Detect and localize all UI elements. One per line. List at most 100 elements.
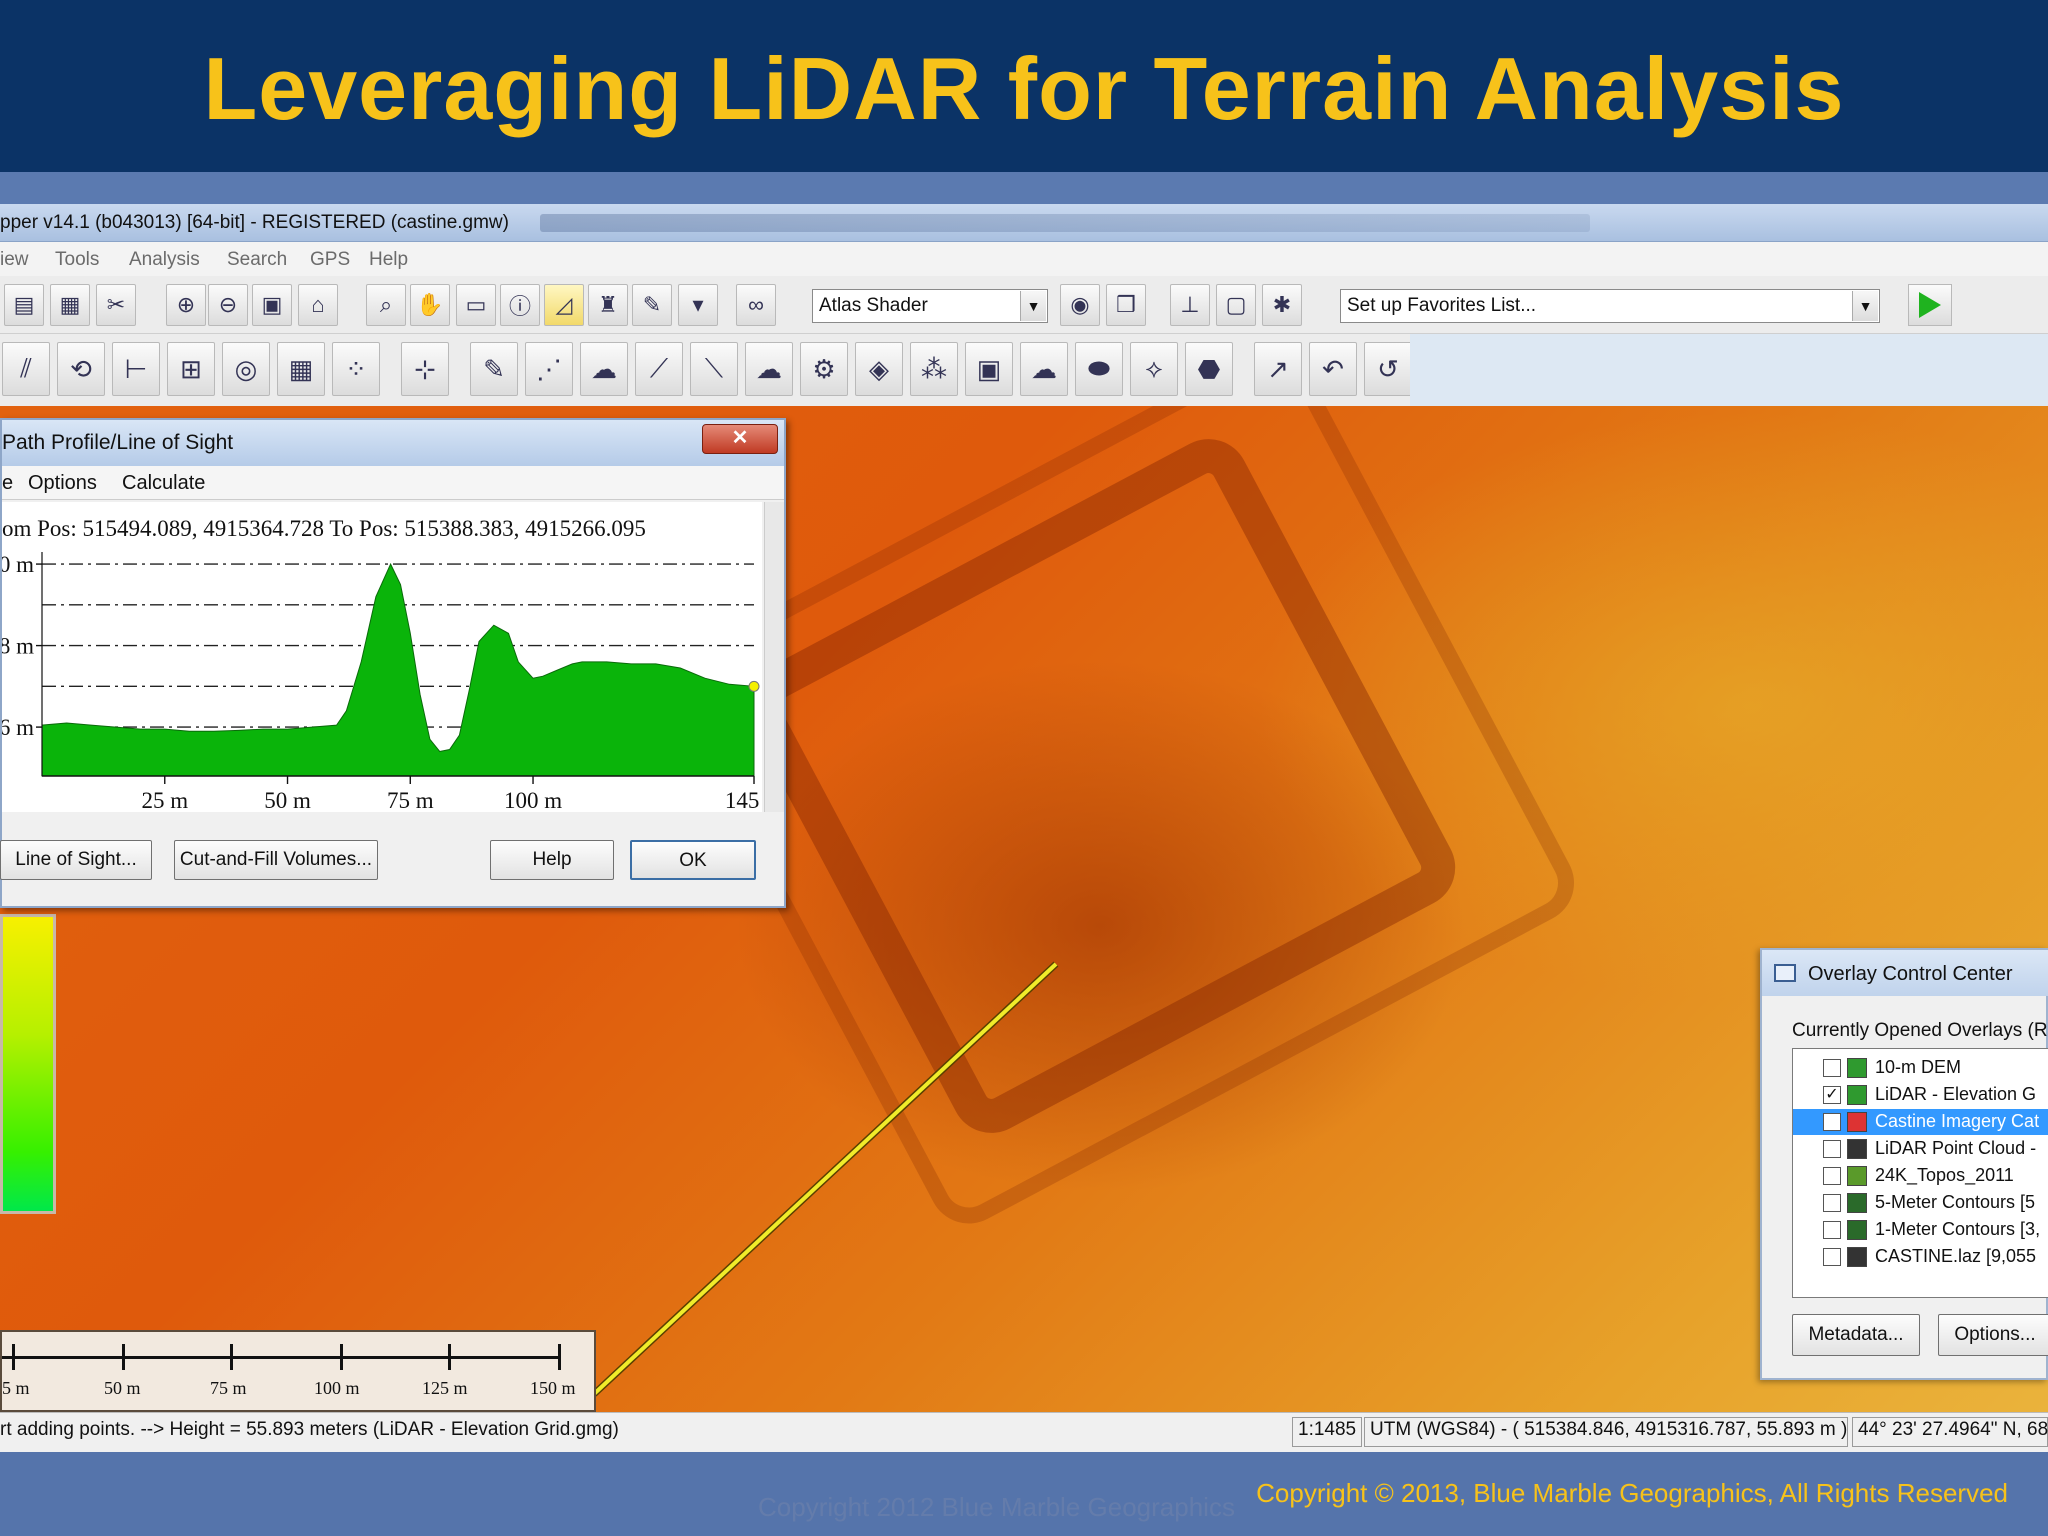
overlay-list-item[interactable]: 24K_Topos_2011	[1793, 1163, 2048, 1189]
zoom-in-icon[interactable]: ⊕	[166, 284, 206, 326]
overlay-checkbox[interactable]	[1823, 1194, 1841, 1212]
undo-icon[interactable]: ↺	[1364, 342, 1412, 396]
monitor-icon[interactable]: ▢	[1216, 284, 1256, 326]
cut-and-fill-button[interactable]: Cut-and-Fill Volumes...	[174, 840, 378, 880]
expand-icon[interactable]: ↗	[1254, 342, 1302, 396]
ok-button[interactable]: OK	[630, 840, 756, 880]
menu-search[interactable]: Search	[227, 249, 287, 271]
shape-icon[interactable]: ⚙	[800, 342, 848, 396]
cluster-icon[interactable]: ☁	[745, 342, 793, 396]
contour-icon[interactable]: ⟲	[57, 342, 105, 396]
tools-icon[interactable]: ✂	[96, 284, 136, 326]
y-tick-label: 0 m	[2, 552, 34, 577]
elevation-icon[interactable]: ⊞	[167, 342, 215, 396]
dialog-scrollbar[interactable]	[764, 502, 784, 812]
point-cloud-icon	[1847, 1139, 1867, 1159]
metadata-button[interactable]: Metadata...	[1792, 1314, 1920, 1356]
play-icon[interactable]	[1908, 284, 1952, 326]
profile-plot-area[interactable]: om Pos: 515494.089, 4915364.728 To Pos: …	[2, 502, 762, 812]
overlay-list-item[interactable]: ✓ LiDAR - Elevation G	[1793, 1082, 2048, 1108]
overlay-checkbox[interactable]	[1823, 1221, 1841, 1239]
sparkle-icon[interactable]: ✱	[1262, 284, 1302, 326]
digitizer-icon[interactable]: ◿	[544, 284, 584, 326]
close-icon[interactable]: ✕	[702, 424, 778, 454]
magnify-icon[interactable]: ⌕	[366, 284, 406, 326]
smooth-icon[interactable]: ⬣	[1185, 342, 1233, 396]
menu-help[interactable]: Help	[369, 249, 408, 271]
path-profile-icon[interactable]: ⫽	[2, 342, 50, 396]
rotate-icon[interactable]: ↶	[1309, 342, 1357, 396]
points-icon[interactable]: ⁘	[332, 342, 380, 396]
lidar-tool-icon[interactable]: ⋰	[525, 342, 573, 396]
chevron-down-icon[interactable]: ▼	[1020, 291, 1046, 321]
overlay-list-item[interactable]: CASTINE.laz [9,055	[1793, 1244, 2048, 1270]
line-of-sight-button[interactable]: Line of Sight...	[0, 840, 152, 880]
draw-icon[interactable]: ✎	[470, 342, 518, 396]
area-icon[interactable]: ▣	[965, 342, 1013, 396]
menu-analysis[interactable]: Analysis	[129, 249, 200, 271]
favorites-select[interactable]: Set up Favorites List... ▼	[1340, 289, 1880, 323]
measure-icon[interactable]: ▭	[456, 284, 496, 326]
zoom-full-icon[interactable]: ▣	[252, 284, 292, 326]
binoculars-icon[interactable]: ∞	[736, 284, 776, 326]
ghost-copyright: Copyright 2012 Blue Marble Geographics	[758, 1492, 1235, 1522]
edit-icon[interactable]: ✎	[632, 284, 672, 326]
overlap-icon[interactable]: ◎	[222, 342, 270, 396]
line-tool-icon[interactable]: ⟋	[635, 342, 683, 396]
menu-gps[interactable]: GPS	[310, 249, 350, 271]
window-title-overlay	[540, 214, 1590, 232]
overlay-list-item[interactable]: 5-Meter Contours [5	[1793, 1190, 2048, 1216]
region-icon[interactable]: ⟡	[1130, 342, 1178, 396]
overlay-checkbox[interactable]: ✓	[1823, 1086, 1841, 1104]
spray-icon[interactable]: ⁂	[910, 342, 958, 396]
feature-icon[interactable]: ◈	[855, 342, 903, 396]
3d-view-icon[interactable]: ❒	[1106, 284, 1146, 326]
pan-hand-icon[interactable]: ✋	[410, 284, 450, 326]
layout-icon[interactable]: ▤	[4, 284, 44, 326]
window-title-bar[interactable]: pper v14.1 (b043013) [64-bit] - REGISTER…	[0, 204, 2048, 242]
overlay-list-item[interactable]: Castine Imagery Cat	[1793, 1109, 2048, 1135]
dialog-title-bar[interactable]: Path Profile/Line of Sight ✕	[2, 420, 784, 466]
vertex-icon[interactable]: ⊹	[401, 342, 449, 396]
zoom-out-icon[interactable]: ⊖	[208, 284, 248, 326]
home-icon[interactable]: ⌂	[298, 284, 338, 326]
filter-icon[interactable]: ⬬	[1075, 342, 1123, 396]
overlay-list-item[interactable]: 1-Meter Contours [3,	[1793, 1217, 2048, 1243]
scale-label: 50 m	[104, 1378, 141, 1398]
menu-view[interactable]: iew	[0, 249, 29, 271]
overlay-list-item[interactable]: LiDAR Point Cloud -	[1793, 1136, 2048, 1162]
create-icon[interactable]: ⊢	[112, 342, 160, 396]
occ-title-bar[interactable]: Overlay Control Center	[1762, 950, 2048, 996]
scale-tick	[558, 1344, 561, 1370]
grid-icon[interactable]: ▦	[277, 342, 325, 396]
profile-tool-icon[interactable]: ⊥	[1170, 284, 1210, 326]
shader-select[interactable]: Atlas Shader ▼	[812, 289, 1048, 323]
window-title: pper v14.1 (b043013) [64-bit] - REGISTER…	[0, 212, 509, 233]
config-icon[interactable]: ▦	[50, 284, 90, 326]
dialog-menu-calculate[interactable]: Calculate	[122, 472, 205, 495]
info-icon[interactable]: ⓘ	[500, 284, 540, 326]
overlay-checkbox[interactable]	[1823, 1167, 1841, 1185]
overlay-checkbox[interactable]	[1823, 1248, 1841, 1266]
help-button[interactable]: Help	[490, 840, 614, 880]
options-button[interactable]: Options...	[1938, 1314, 2048, 1356]
overlay-list[interactable]: 10-m DEM ✓ LiDAR - Elevation G Castine Imag…	[1792, 1048, 2048, 1298]
split-icon[interactable]: ⟍	[690, 342, 738, 396]
overlay-checkbox[interactable]	[1823, 1113, 1841, 1131]
shader-settings-icon[interactable]: ◉	[1060, 284, 1100, 326]
menu-tools[interactable]: Tools	[55, 249, 99, 271]
profile-end-point	[748, 680, 760, 692]
dialog-menu-options[interactable]: Options	[28, 472, 97, 495]
dialog-menu-file[interactable]: e	[2, 472, 13, 495]
menu-bar: iew Tools Analysis Search GPS Help	[0, 242, 2048, 276]
scale-tick	[12, 1344, 15, 1370]
chevron-down-icon[interactable]: ▼	[1852, 291, 1878, 321]
scale-label: 5 m	[2, 1378, 30, 1398]
tower-icon[interactable]: ♜	[588, 284, 628, 326]
blob-icon[interactable]: ☁	[580, 342, 628, 396]
dropdown-icon[interactable]: ▾	[678, 284, 718, 326]
overlay-checkbox[interactable]	[1823, 1140, 1841, 1158]
classify-icon[interactable]: ☁	[1020, 342, 1068, 396]
overlay-checkbox[interactable]	[1823, 1059, 1841, 1077]
overlay-list-item[interactable]: 10-m DEM	[1793, 1055, 2048, 1081]
